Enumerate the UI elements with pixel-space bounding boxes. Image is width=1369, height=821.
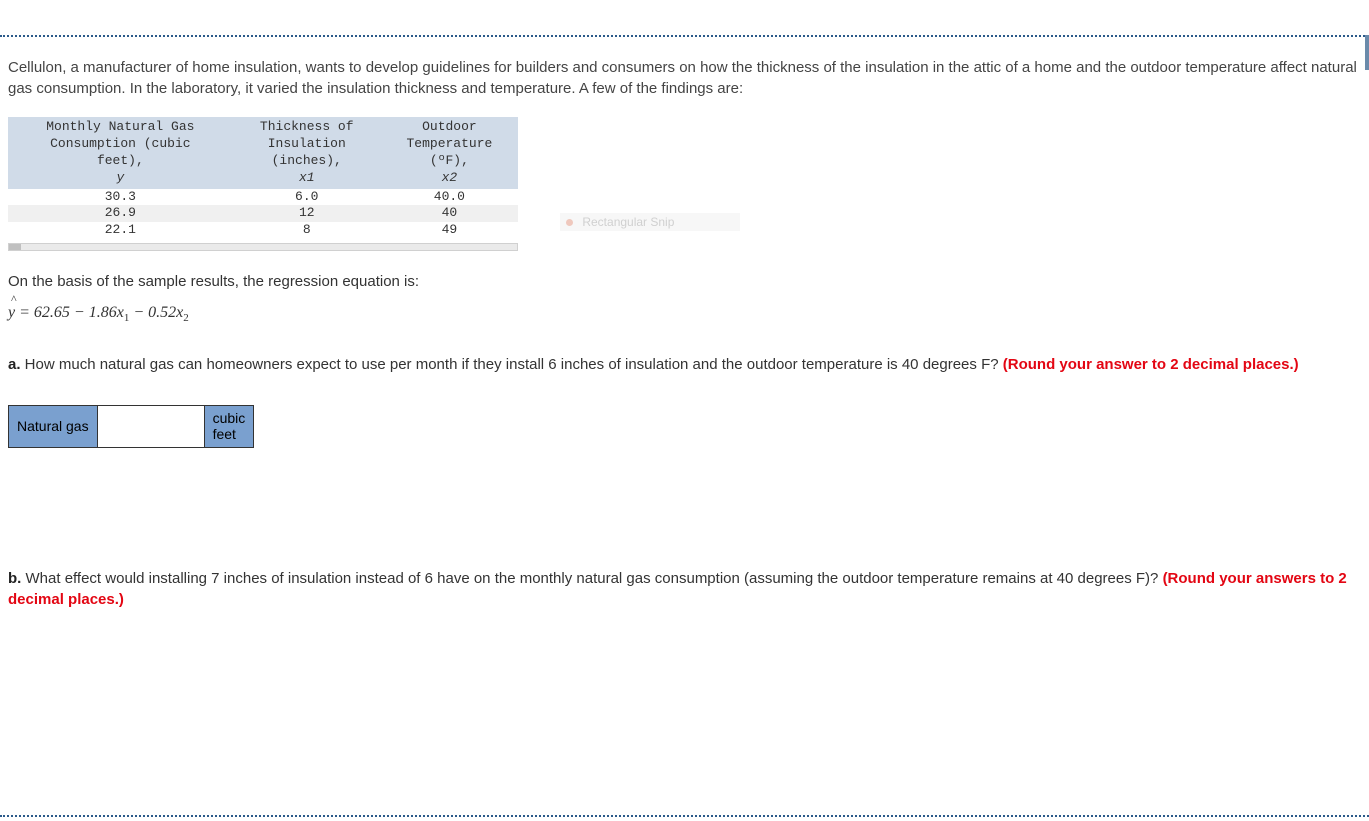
table-row: 30.3 6.0 40.0 [8, 189, 518, 206]
col2-h2: Insulation [268, 136, 346, 151]
qb-text: What effect would installing 7 inches of… [21, 570, 1162, 587]
eq-part2: − 0.52 [129, 304, 176, 321]
intro-text: Cellulon, a manufacturer of home insulat… [8, 57, 1361, 99]
table-scrollbar[interactable] [8, 243, 518, 251]
answer-input-cell [97, 406, 204, 448]
cell-x2: 49 [381, 222, 518, 239]
regression-intro: On the basis of the sample results, the … [8, 273, 1361, 290]
eq-part1: = 62.65 − 1.86 [19, 304, 117, 321]
qa-text: How much natural gas can homeowners expe… [21, 356, 1003, 373]
scrollbar-thumb[interactable] [9, 244, 21, 250]
col3-h2: Temperature [406, 136, 492, 151]
col2-h3: (inches), [272, 153, 342, 168]
regression-equation: y = 62.65 − 1.86x1 − 0.52x2 [8, 304, 1361, 324]
cell-x1: 6.0 [233, 189, 381, 206]
col2-header: Thickness of Insulation (inches), x1 [233, 117, 381, 189]
bottom-border [0, 815, 1369, 817]
unit-line2: feet [213, 426, 236, 442]
eq-x1: x [117, 304, 124, 321]
cell-x1: 8 [233, 222, 381, 239]
unit-line1: cubic [213, 410, 246, 426]
col3-h1: Outdoor [422, 119, 477, 134]
col1-h1: Monthly Natural Gas [46, 119, 194, 134]
answer-unit: cubic feet [204, 406, 254, 448]
y-hat: y [8, 304, 15, 321]
cell-y: 30.3 [8, 189, 233, 206]
col1-h2: Consumption (cubic [50, 136, 190, 151]
col3-h3: (ºF), [430, 153, 469, 168]
eq-sub2: 2 [183, 312, 189, 324]
cell-y: 26.9 [8, 205, 233, 222]
cell-x2: 40.0 [381, 189, 518, 206]
col3-header: Outdoor Temperature (ºF), x2 [381, 117, 518, 189]
answer-table-a: Natural gas cubic feet [8, 405, 254, 448]
scrollbar-indicator [1365, 35, 1369, 70]
question-a: a. How much natural gas can homeowners e… [8, 354, 1361, 448]
cell-x2: 40 [381, 205, 518, 222]
col1-header: Monthly Natural Gas Consumption (cubic f… [8, 117, 233, 189]
col2-h1: Thickness of [260, 119, 354, 134]
snipping-hint: Rectangular Snip [560, 213, 740, 231]
col1-var: y [116, 170, 124, 185]
snip-label: Rectangular Snip [582, 215, 674, 229]
cell-y: 22.1 [8, 222, 233, 239]
col3-var: x2 [442, 170, 458, 185]
question-content: Cellulon, a manufacturer of home insulat… [0, 37, 1369, 610]
question-b: b. What effect would installing 7 inches… [8, 568, 1361, 610]
cell-x1: 12 [233, 205, 381, 222]
col2-var: x1 [299, 170, 315, 185]
table-row: 22.1 8 49 [8, 222, 518, 239]
natural-gas-input[interactable] [106, 418, 196, 434]
qa-label: a. [8, 356, 21, 373]
qb-label: b. [8, 570, 21, 587]
answer-label: Natural gas [9, 406, 98, 448]
data-table: Monthly Natural Gas Consumption (cubic f… [8, 117, 518, 239]
qa-round: (Round your answer to 2 decimal places.) [1003, 356, 1299, 373]
table-row: 26.9 12 40 [8, 205, 518, 222]
col1-h3: feet), [97, 153, 144, 168]
